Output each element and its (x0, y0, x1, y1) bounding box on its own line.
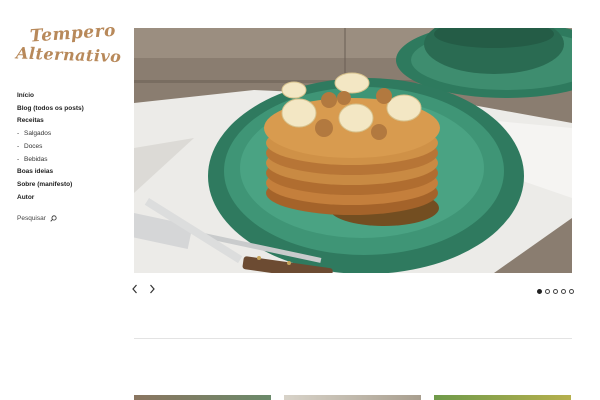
logo-text-line1: Tempero (29, 20, 117, 47)
nav-item-blog[interactable]: Blog (todos os posts) (17, 103, 84, 116)
chevron-left-icon (132, 284, 137, 294)
nav-sub-dash: - (17, 142, 20, 150)
main-navigation: Início Blog (todos os posts) Receitas -S… (17, 90, 84, 204)
nav-item-sobre[interactable]: Sobre (manifesto) (17, 179, 84, 192)
nav-item-label: Salgados (24, 130, 52, 138)
nav-subitem-bebidas[interactable]: - Bebidas (17, 154, 84, 167)
pancake-photo (134, 28, 572, 273)
search-link[interactable]: Pesquisar (17, 215, 57, 222)
post-thumbnail-2[interactable] (284, 395, 421, 400)
nav-sub-dash: - (17, 155, 20, 163)
post-thumbnail-1[interactable] (134, 395, 271, 400)
logo-text-line2: Alternativo (15, 43, 122, 67)
nav-item-boas-ideias[interactable]: Boas ideias (17, 166, 84, 179)
slider-dot-5[interactable] (569, 289, 574, 294)
nav-item-inicio[interactable]: Início (17, 90, 84, 103)
nav-subitem-salgados[interactable]: - Salgados (17, 128, 84, 141)
nav-item-label: Doces (24, 142, 43, 150)
nav-subitem-doces[interactable]: - Doces (17, 141, 84, 154)
slider-dot-2[interactable] (545, 289, 550, 294)
nav-item-receitas[interactable]: Receitas (17, 115, 84, 128)
site-logo[interactable]: Tempero Alternativo (15, 20, 122, 76)
post-thumbnails (134, 395, 572, 400)
slider-dot-3[interactable] (553, 289, 558, 294)
slider-dot-4[interactable] (561, 289, 566, 294)
post-thumbnail-3[interactable] (434, 395, 571, 400)
search-icon (50, 215, 57, 222)
nav-item-label: Bebidas (24, 155, 48, 163)
slider-next-button[interactable] (147, 283, 157, 295)
sidebar: Tempero Alternativo Início Blog (todos o… (0, 0, 125, 400)
section-divider (134, 338, 572, 339)
nav-item-autor[interactable]: Autor (17, 192, 84, 205)
nav-item-label: Receitas (17, 117, 44, 125)
hero-slide-image[interactable] (134, 28, 572, 273)
nav-item-label: Início (17, 92, 34, 99)
nav-item-label: Sobre (manifesto) (17, 180, 73, 188)
nav-item-label: Autor (17, 193, 35, 201)
nav-item-label: Boas ideias (17, 168, 54, 176)
slider-pagination (537, 289, 574, 294)
slider-dot-1[interactable] (537, 289, 542, 294)
slider-prev-button[interactable] (130, 283, 140, 295)
search-label: Pesquisar (17, 215, 46, 222)
nav-item-label: Blog (todos os posts) (17, 104, 84, 112)
nav-sub-dash: - (17, 130, 20, 138)
chevron-right-icon (150, 284, 155, 294)
